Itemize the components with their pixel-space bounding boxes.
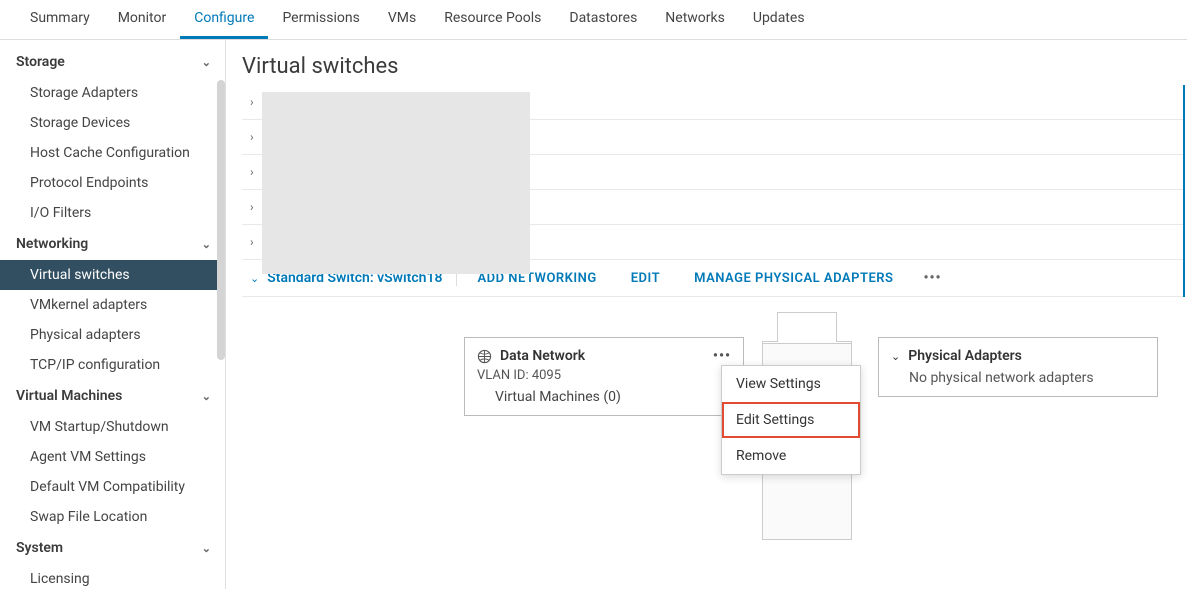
tab-summary[interactable]: Summary (16, 0, 104, 39)
tab-updates[interactable]: Updates (739, 0, 819, 39)
chevron-down-icon[interactable]: ⌄ (250, 272, 259, 285)
sidebar-item-tcpip-config[interactable]: TCP/IP configuration (0, 350, 225, 380)
sidebar-section-label: Virtual Machines (16, 388, 122, 404)
menu-remove[interactable]: Remove (722, 438, 860, 474)
tab-configure[interactable]: Configure (180, 0, 268, 39)
sidebar-item-vmkernel-adapters[interactable]: VMkernel adapters (0, 290, 225, 320)
menu-view-settings[interactable]: View Settings (722, 366, 860, 402)
more-actions-icon[interactable]: ••• (913, 270, 951, 286)
sidebar-item-virtual-switches[interactable]: Virtual switches (0, 260, 225, 290)
sidebar-section-system[interactable]: System ⌄ (0, 532, 225, 564)
sidebar-item-agent-vm-settings[interactable]: Agent VM Settings (0, 442, 225, 472)
redacted-block (262, 92, 530, 274)
chevron-down-icon: ⌄ (202, 238, 211, 251)
sidebar-section-label: Networking (16, 236, 88, 252)
physical-adapters-empty: No physical network adapters (891, 364, 1145, 386)
top-tabs: Summary Monitor Configure Permissions VM… (0, 0, 1187, 40)
chevron-down-icon[interactable]: ⌄ (891, 350, 900, 363)
tab-resource-pools[interactable]: Resource Pools (430, 0, 555, 39)
tab-permissions[interactable]: Permissions (268, 0, 373, 39)
switch-list: › › › › › ⌄ Standard Switch: vSwitch18 A… (242, 85, 1185, 297)
portgroup-actions-icon[interactable]: ••• (713, 348, 731, 364)
menu-edit-settings[interactable]: Edit Settings (722, 402, 860, 438)
sidebar-item-vm-startup[interactable]: VM Startup/Shutdown (0, 412, 225, 442)
sidebar-item-protocol-endpoints[interactable]: Protocol Endpoints (0, 168, 225, 198)
content: Virtual switches › › › › › ⌄ Standard Sw… (226, 40, 1187, 589)
sidebar-item-physical-adapters[interactable]: Physical adapters (0, 320, 225, 350)
sidebar-section-label: Storage (16, 54, 65, 70)
manage-physical-adapters-button[interactable]: MANAGE PHYSICAL ADAPTERS (680, 271, 907, 286)
edit-button[interactable]: EDIT (617, 271, 674, 286)
sidebar-section-label: System (16, 540, 63, 556)
sidebar: Storage ⌄ Storage Adapters Storage Devic… (0, 40, 226, 589)
portgroup-context-menu: View Settings Edit Settings Remove (721, 365, 861, 475)
chevron-down-icon: ⌄ (202, 542, 211, 555)
portgroup-vms[interactable]: Virtual Machines (0) (477, 383, 731, 405)
sidebar-section-networking[interactable]: Networking ⌄ (0, 228, 225, 260)
physical-adapters-box: ⌄ Physical Adapters No physical network … (878, 337, 1158, 397)
tab-networks[interactable]: Networks (651, 0, 739, 39)
sidebar-item-storage-devices[interactable]: Storage Devices (0, 108, 225, 138)
sidebar-item-licensing[interactable]: Licensing (0, 564, 225, 589)
sidebar-item-storage-adapters[interactable]: Storage Adapters (0, 78, 225, 108)
sidebar-item-host-cache[interactable]: Host Cache Configuration (0, 138, 225, 168)
sidebar-item-default-vm-compat[interactable]: Default VM Compatibility (0, 472, 225, 502)
chevron-down-icon: ⌄ (202, 56, 211, 69)
chevron-down-icon: ⌄ (202, 390, 211, 403)
sidebar-section-storage[interactable]: Storage ⌄ (0, 46, 225, 78)
switch-diagram: Data Network ••• VLAN ID: 4095 Virtual M… (242, 337, 1187, 597)
sidebar-scrollbar[interactable] (217, 80, 225, 360)
page-title: Virtual switches (242, 48, 1187, 85)
portgroup-name: Data Network (500, 348, 705, 364)
network-icon (477, 349, 492, 364)
portgroup-box: Data Network ••• VLAN ID: 4095 Virtual M… (464, 337, 744, 416)
portgroup-vlan: VLAN ID: 4095 (477, 364, 731, 383)
sidebar-item-swap-file-location[interactable]: Swap File Location (0, 502, 225, 532)
tab-datastores[interactable]: Datastores (555, 0, 651, 39)
sidebar-section-virtual-machines[interactable]: Virtual Machines ⌄ (0, 380, 225, 412)
tab-vms[interactable]: VMs (374, 0, 430, 39)
sidebar-item-io-filters[interactable]: I/O Filters (0, 198, 225, 228)
physical-adapters-title: Physical Adapters (908, 348, 1022, 364)
tab-monitor[interactable]: Monitor (104, 0, 181, 39)
